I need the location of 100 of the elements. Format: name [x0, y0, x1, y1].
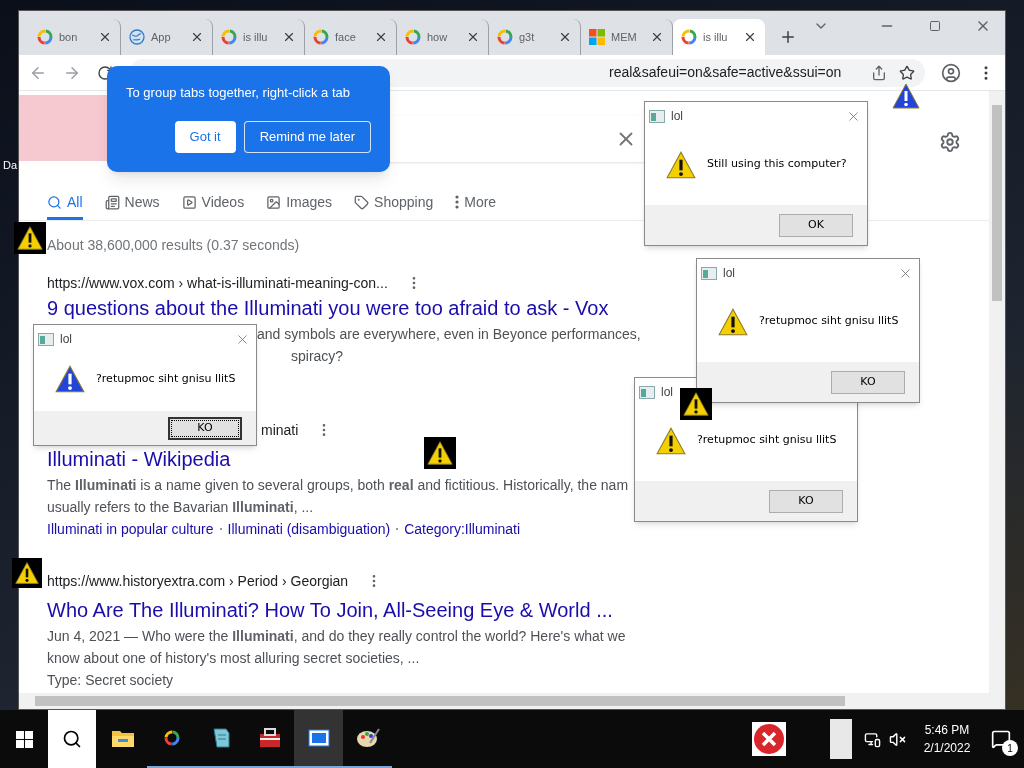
search-icon: [47, 194, 62, 210]
close-icon[interactable]: [558, 30, 572, 44]
windows-icon: [15, 730, 33, 748]
result-snippet: The Illuminati is a name given to several groups, both real and fictitious. Historically, the nam: [47, 476, 629, 495]
search-icon: [62, 729, 82, 749]
sitelink[interactable]: Category:Illuminati: [404, 518, 521, 540]
result-snippet: and symbols are everywhere, even in Beyonce performances,: [257, 325, 641, 344]
search-button[interactable]: [48, 710, 96, 768]
settings-icon[interactable]: [939, 131, 961, 153]
dialog-button[interactable]: KO: [769, 489, 843, 513]
image-icon: [266, 194, 282, 210]
tab-title: bon: [59, 29, 78, 45]
clock-date[interactable]: 2/1/2022: [923, 739, 971, 757]
results-count: About 38,600,000 results (0.37 seconds): [47, 236, 301, 255]
colored-ring-icon: [405, 29, 421, 45]
palette-icon: [355, 727, 380, 749]
colored-ring-icon: [681, 29, 697, 45]
colored-ring-icon: [37, 29, 53, 45]
globe-icon: [129, 29, 145, 45]
tip-button[interactable]: Remind me later: [243, 120, 371, 153]
result-snippet: spiracy?: [291, 347, 344, 366]
tag-icon: [354, 194, 370, 210]
dialog-button[interactable]: KO: [168, 416, 242, 440]
warning-icon: [680, 388, 712, 420]
result-snippet: Jun 4, 2021 — Who were the Illuminati, and do they really control the world? Here's what we: [47, 627, 626, 646]
four-squares-icon: [589, 29, 605, 45]
result-meta: Type: Secret society: [47, 671, 174, 690]
result-snippet: know about one of history's most alluring secret societies, ...: [47, 649, 420, 668]
star-icon[interactable]: [899, 64, 915, 81]
blank-tray-item: [830, 719, 852, 759]
clock-time[interactable]: 5:46 PM: [924, 721, 970, 739]
colored-ring-icon: [313, 29, 329, 45]
colored-ring-icon: [497, 29, 513, 45]
dots-icon: [455, 195, 460, 209]
warning-icon: [12, 558, 42, 588]
folder-icon: [110, 728, 135, 748]
tab-title: face: [335, 29, 356, 45]
warning-icon: [424, 437, 456, 469]
toolbox-icon: [257, 727, 282, 749]
search-tab[interactable]: More: [455, 187, 497, 220]
muted-volume-icon[interactable]: [889, 730, 906, 748]
dialog-message: ?retupmoc siht gnisu llitS: [697, 432, 837, 449]
profile-icon[interactable]: [941, 62, 961, 83]
tab-title: is illu: [243, 29, 268, 45]
search-tab[interactable]: All: [47, 187, 83, 220]
desktop-icon-label: Da: [3, 158, 18, 173]
app-icon: [701, 266, 717, 280]
sitelink[interactable]: Illuminati (disambiguation): [227, 518, 391, 540]
result-title[interactable]: Who Are The Illuminati? How To Join, All-Seeing Eye & World ...: [47, 595, 613, 625]
tip-text: To group tabs together, right-click a tab: [126, 84, 351, 102]
search-tab[interactable]: News: [104, 187, 160, 220]
error-icon: [752, 722, 786, 756]
result-title[interactable]: 9 questions about the Illuminati you were too afraid to ask - Vox: [47, 293, 609, 323]
dialog-message: ?retupmoc siht gnisu llitS: [96, 370, 236, 387]
dialog-button[interactable]: OK: [779, 213, 853, 237]
app-icon: [649, 109, 665, 123]
dialog-button[interactable]: KO: [831, 370, 905, 394]
close-icon[interactable]: [743, 30, 757, 44]
search-tab[interactable]: Images: [266, 187, 333, 220]
newspaper-icon: [104, 194, 120, 210]
share-icon[interactable]: [871, 64, 887, 81]
result-title[interactable]: Illuminati - Wikipedia: [47, 444, 231, 474]
network-icon[interactable]: [864, 730, 881, 748]
close-icon[interactable]: [466, 30, 480, 44]
search-tab[interactable]: Videos: [181, 187, 245, 220]
tab-title: how: [427, 29, 448, 45]
close-icon[interactable]: [282, 30, 296, 44]
tab-title: MEM: [611, 29, 637, 45]
taskbar-app[interactable]: [294, 710, 343, 768]
close-icon[interactable]: [98, 30, 112, 44]
close-icon[interactable]: [650, 30, 664, 44]
close-icon[interactable]: [374, 30, 388, 44]
search-tab[interactable]: Shopping: [354, 187, 434, 220]
tip-button[interactable]: Got it: [174, 120, 236, 153]
tab-title: App: [151, 29, 171, 45]
app-icon: [38, 332, 54, 346]
browser-tab[interactable]: is illu: [673, 19, 765, 55]
dialog-message: ?retupmoc siht gnisu llitS: [759, 313, 899, 330]
sitelink[interactable]: Illuminati in popular culture: [47, 518, 214, 540]
tab-title: is illu: [703, 29, 728, 45]
result-url[interactable]: https://www.historyextra.com › Period › Georgian: [47, 570, 349, 592]
result-snippet: usually refers to the Bavarian Illuminati, ...: [47, 498, 314, 517]
vertical-scrollbar[interactable]: [989, 91, 1005, 709]
notification-count: 1: [1002, 740, 1018, 756]
play-icon: [181, 194, 197, 210]
address-text: real&safeui=on&safe=active&ssui=on: [609, 63, 842, 82]
window-icon: [307, 729, 330, 747]
colored-ring-icon: [221, 29, 237, 45]
warning-icon: [54, 363, 86, 395]
maximize-icon[interactable]: [929, 20, 941, 32]
app-icon: [639, 385, 655, 399]
result-url[interactable]: minati: [261, 419, 299, 441]
result-url[interactable]: https://www.vox.com › what-is-illuminati-meaning-con...: [47, 272, 388, 294]
dialog-message: Still using this computer?: [707, 156, 847, 173]
new-tab-icon[interactable]: [779, 28, 797, 46]
horizontal-scrollbar[interactable]: [19, 693, 989, 709]
tab-title: g3t: [519, 29, 535, 45]
colored-ring-icon: [163, 730, 180, 746]
close-icon[interactable]: [190, 30, 204, 44]
warning-icon: [14, 222, 46, 254]
